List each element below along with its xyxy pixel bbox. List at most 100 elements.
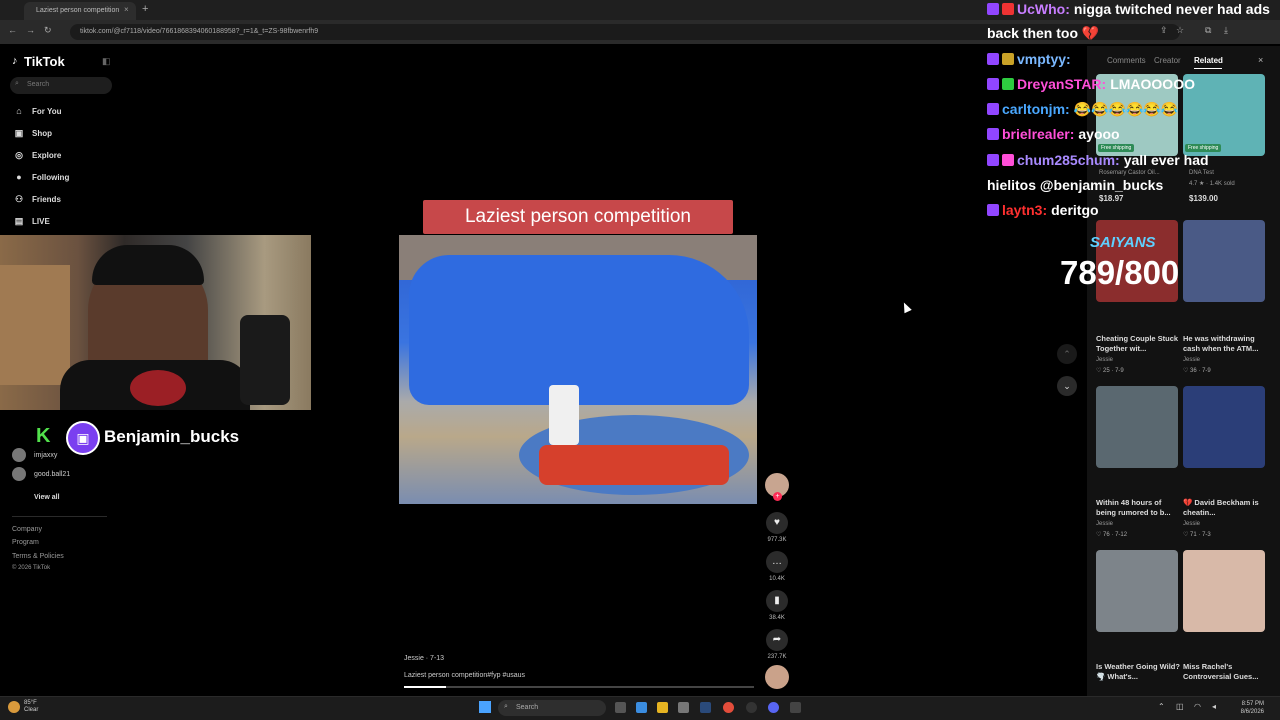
following-account[interactable]: imjaxxy xyxy=(12,448,57,462)
like-count: 25 xyxy=(1103,368,1110,374)
footer-link-program[interactable]: Program xyxy=(12,539,39,546)
clock-time: 8:57 PM xyxy=(1241,701,1264,707)
taskbar-search[interactable]: Search xyxy=(498,700,606,716)
share-button[interactable]: ➦ 237.7K xyxy=(766,629,788,660)
previous-video-button[interactable]: ⌃ xyxy=(1057,344,1077,364)
browser-tab[interactable]: Laziest person competition xyxy=(24,2,136,20)
kick-logo-icon: K xyxy=(36,425,51,447)
sidebar-item-explore[interactable]: ◎ Explore xyxy=(12,147,61,163)
video-author[interactable]: Jessie · 7-13 xyxy=(404,655,444,662)
search-input[interactable]: Search xyxy=(10,77,112,94)
wifi-icon[interactable]: ◠ xyxy=(1194,702,1201,711)
video-progress-bar[interactable] xyxy=(404,686,754,688)
file-explorer-icon[interactable] xyxy=(657,702,668,713)
related-video-title[interactable]: 💔 David Beckham is cheatin... xyxy=(1183,498,1267,518)
cast-icon[interactable]: ⇪ xyxy=(1160,25,1168,36)
footer-link-terms[interactable]: Terms & Policies xyxy=(12,553,64,560)
tab-creator[interactable]: Creator xyxy=(1154,56,1181,65)
related-video-thumbnail[interactable] xyxy=(1096,386,1178,468)
sidebar-item-following[interactable]: ● Following xyxy=(12,169,69,185)
like-count: 71 xyxy=(1190,532,1197,538)
product-price: $139.00 xyxy=(1189,194,1218,203)
related-video-author[interactable]: Jessie xyxy=(1183,521,1200,527)
video-scene-charger xyxy=(549,385,579,445)
tab-related[interactable]: Related xyxy=(1194,56,1223,65)
related-video-stats: ♡ 76 · 7-12 xyxy=(1096,532,1128,538)
sidebar-item-shop[interactable]: ▣ Shop xyxy=(12,125,52,141)
sidebar-item-friends[interactable]: ⚇ Friends xyxy=(12,191,61,207)
volume-icon[interactable]: ◂ xyxy=(1212,702,1216,711)
comment-icon: … xyxy=(766,551,788,573)
chat-text: LMAOOOOO xyxy=(1110,76,1195,92)
related-video-thumbnail[interactable] xyxy=(1096,550,1178,632)
footer-link-company[interactable]: Company xyxy=(12,526,42,533)
tab-comments[interactable]: Comments xyxy=(1107,56,1146,65)
related-video-title[interactable]: Within 48 hours of being rumored to b... xyxy=(1096,498,1180,518)
network-icon[interactable]: ◫ xyxy=(1176,702,1184,711)
windows-start-icon[interactable] xyxy=(479,701,491,713)
tab-close-icon[interactable]: × xyxy=(124,5,129,14)
next-video-button[interactable]: ⌄ xyxy=(1057,376,1077,396)
task-view-icon[interactable] xyxy=(615,702,626,713)
active-tab-indicator xyxy=(1194,68,1222,69)
comment-button[interactable]: … 10.4K xyxy=(766,551,788,582)
product-name[interactable]: Rosemary Castor Oil... xyxy=(1099,170,1160,176)
related-video-title[interactable]: Cheating Couple Stuck Together wit... xyxy=(1096,334,1180,354)
following-account[interactable]: good.ball21 xyxy=(12,467,70,481)
related-video-title[interactable]: He was withdrawing cash when the ATM... xyxy=(1183,334,1267,354)
product-name[interactable]: DNA Test xyxy=(1189,170,1214,176)
download-icon[interactable]: ⤓ xyxy=(1224,25,1228,36)
extensions-icon[interactable]: ⧉ xyxy=(1205,25,1211,36)
collapse-sidebar-icon[interactable]: ◧ xyxy=(102,56,111,67)
related-video-thumbnail[interactable] xyxy=(1183,220,1265,302)
share-count: 237.7K xyxy=(767,654,787,660)
discord-icon[interactable] xyxy=(768,702,779,713)
weather-desc: Clear xyxy=(24,707,39,713)
related-video-thumbnail[interactable] xyxy=(1183,550,1265,632)
chat-message: brielrealer: ayooo xyxy=(987,126,1120,143)
related-video-title[interactable]: Miss Rachel's Controversial Gues... xyxy=(1183,662,1267,682)
video-title-overlay: Laziest person competition xyxy=(423,200,733,234)
edge-icon[interactable] xyxy=(636,702,647,713)
product-rating: 4.7 ★ · 1.4K sold xyxy=(1189,181,1235,187)
chat-username: carltonjm: xyxy=(1002,101,1070,117)
new-tab-button[interactable]: + xyxy=(142,3,148,15)
music-disc-icon[interactable] xyxy=(765,665,789,689)
webcam-microphone xyxy=(240,315,290,405)
account-name: good.ball21 xyxy=(34,470,71,478)
like-button[interactable]: ♥ 977.3K xyxy=(766,512,788,543)
sidebar-item-live[interactable]: ▤ LIVE xyxy=(12,213,50,229)
chrome-icon[interactable] xyxy=(723,702,734,713)
sidebar-item-label: For You xyxy=(32,106,62,116)
related-video-author[interactable]: Jessie xyxy=(1096,357,1113,363)
back-icon[interactable]: ← xyxy=(8,25,17,35)
bookmark-star-icon[interactable]: ☆ xyxy=(1176,25,1184,36)
free-shipping-badge: Free shipping xyxy=(1098,144,1135,152)
settings-icon[interactable] xyxy=(678,702,689,713)
chat-message: UcWho: nigga twitched never had ads xyxy=(987,1,1270,18)
related-video-thumbnail[interactable] xyxy=(1183,386,1265,468)
taskbar-clock[interactable]: 8:57 PM 8/6/2026 xyxy=(1230,700,1264,716)
save-button[interactable]: ▮ 38.4K xyxy=(766,590,788,621)
view-all-link[interactable]: View all xyxy=(34,494,60,501)
steam-icon[interactable] xyxy=(700,702,711,713)
search-icon: ⌕ xyxy=(15,80,19,87)
related-video-author[interactable]: Jessie xyxy=(1096,521,1113,527)
reload-icon[interactable]: ↻ xyxy=(44,25,52,36)
close-icon[interactable]: × xyxy=(1258,55,1263,65)
emote-badge-icon xyxy=(1002,53,1014,65)
follow-plus-icon[interactable]: + xyxy=(773,492,782,501)
sidebar-item-label: Shop xyxy=(32,128,52,138)
tiktok-logo[interactable]: TikTok xyxy=(24,54,65,69)
weather-widget[interactable]: 85°F Clear xyxy=(24,700,38,714)
sidebar-item-for-you[interactable]: ⌂ For You xyxy=(12,103,61,119)
chat-text: back then too 💔 xyxy=(987,25,1100,41)
forward-icon[interactable]: → xyxy=(26,25,35,35)
obs-icon[interactable] xyxy=(746,702,757,713)
app-icon[interactable] xyxy=(790,702,801,713)
related-video-author[interactable]: Jessie xyxy=(1183,357,1200,363)
related-video-title[interactable]: Is Weather Going Wild? 🌪️ What's... xyxy=(1096,662,1180,682)
tray-chevron-icon[interactable]: ⌃ xyxy=(1158,702,1165,711)
related-video-stats: ♡ 36 · 7-9 xyxy=(1183,368,1211,374)
video-player[interactable] xyxy=(399,235,757,504)
